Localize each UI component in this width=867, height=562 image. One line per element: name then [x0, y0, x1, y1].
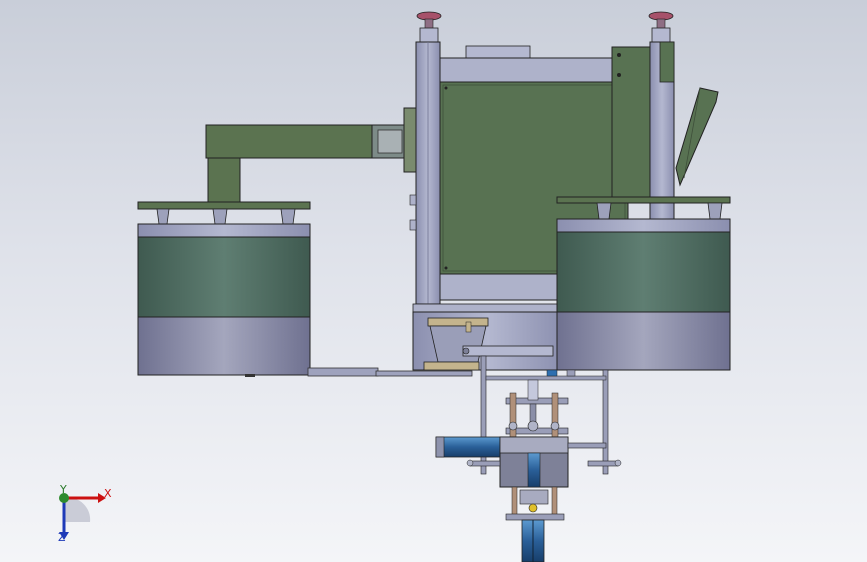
- z-axis-label: Z: [58, 531, 66, 544]
- y-axis-label: Y: [60, 483, 67, 496]
- left-drum-tank[interactable]: [137, 201, 311, 377]
- cylinder-mechanism[interactable]: [435, 355, 622, 562]
- x-axis-label: X: [104, 487, 112, 500]
- machine-assembly-model[interactable]: [0, 0, 867, 562]
- lower-hopper[interactable]: [412, 303, 564, 371]
- leveling-foot-right: [648, 11, 674, 43]
- leveling-foot-left: [416, 11, 442, 43]
- right-drum-tank[interactable]: [556, 196, 731, 371]
- cad-viewport[interactable]: X Y Z: [0, 0, 867, 562]
- discharge-chute[interactable]: [675, 87, 719, 187]
- left-arm-bracket[interactable]: [205, 107, 417, 204]
